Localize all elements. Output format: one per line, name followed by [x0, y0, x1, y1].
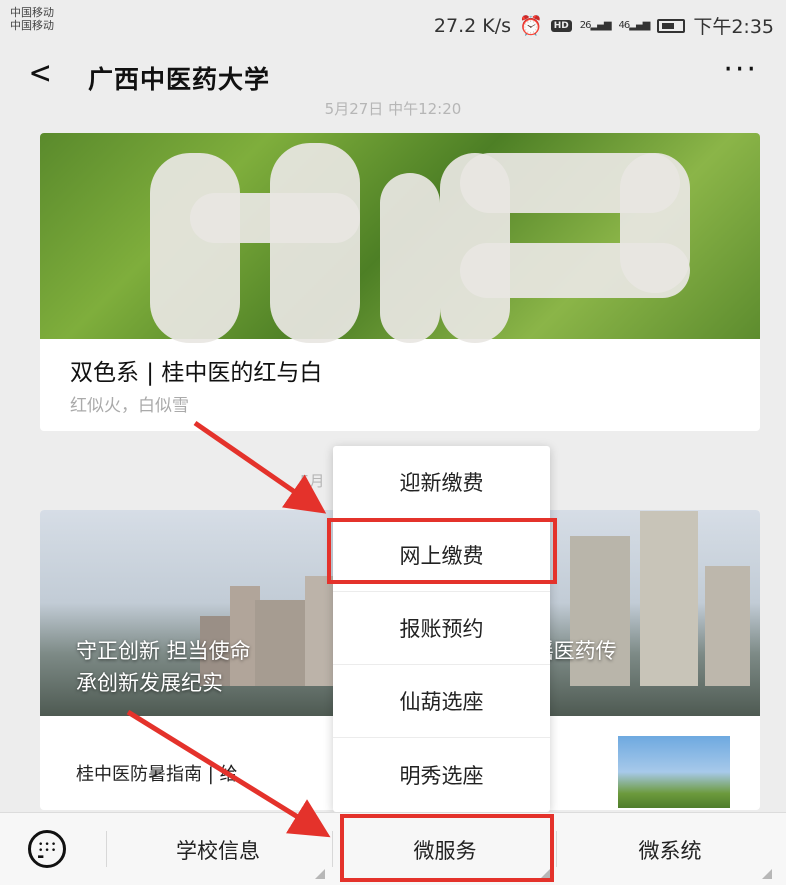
status-right: 27.2 K/s ⏰ HD 26▂▄▆ 46▂▄▆ 下午2:35: [434, 12, 774, 39]
carrier-info: 中国移动 中国移动: [10, 6, 54, 32]
status-bar: 中国移动 中国移动 27.2 K/s ⏰ HD 26▂▄▆ 46▂▄▆ 下午2:…: [0, 0, 786, 48]
alarm-icon: ⏰: [519, 15, 543, 37]
submenu-item-reimbursement[interactable]: 报账预约: [333, 592, 550, 665]
submenu-item-welcome-fee[interactable]: 迎新缴费: [333, 446, 550, 519]
article-title-1[interactable]: 双色系 | 桂中医的红与白: [70, 353, 322, 387]
highlight-micro-service: [340, 814, 554, 882]
page-title: 广西中医药大学: [88, 65, 271, 94]
submenu-popup: 迎新缴费 网上缴费 报账预约 仙葫选座 明秀选座: [333, 446, 550, 812]
signal-icon-1: 26▂▄▆: [579, 20, 612, 31]
article-subtitle-1: 红似火，白似雪: [70, 396, 189, 416]
submenu-item-xianhu-seat[interactable]: 仙葫选座: [333, 665, 550, 738]
keyboard-icon[interactable]: ••• ••• ▬: [28, 830, 66, 868]
hd-icon: HD: [550, 19, 572, 32]
article-subitem-title[interactable]: 桂中医防暑指南 | 给: [76, 760, 238, 786]
message-timestamp-2: 5月: [300, 472, 325, 490]
nav-bar: < 广西中医药大学 ···: [0, 48, 786, 104]
network-speed: 27.2 K/s: [433, 14, 512, 37]
message-timestamp: 5月27日 中午12:20: [324, 100, 462, 118]
arrow-to-online-payment: [193, 420, 327, 514]
clock: 下午2:35: [693, 16, 774, 38]
submenu-item-mingxiu-seat[interactable]: 明秀选座: [333, 738, 550, 811]
menu-micro-system[interactable]: 微系统: [560, 813, 780, 885]
article-thumbnail: [618, 736, 730, 808]
carrier-2: 中国移动: [10, 19, 54, 32]
article-card-1[interactable]: 双色系 | 桂中医的红与白 红似火，白似雪: [40, 133, 760, 431]
battery-icon: [657, 18, 686, 33]
article-image-1: [40, 133, 760, 343]
carrier-1: 中国移动: [10, 6, 54, 19]
highlight-online-payment: [327, 518, 557, 584]
signal-icon-2: 46▂▄▆: [618, 20, 651, 31]
menu-school-info[interactable]: 学校信息: [108, 813, 328, 885]
more-icon[interactable]: ···: [723, 52, 758, 87]
back-icon[interactable]: <: [30, 56, 50, 90]
